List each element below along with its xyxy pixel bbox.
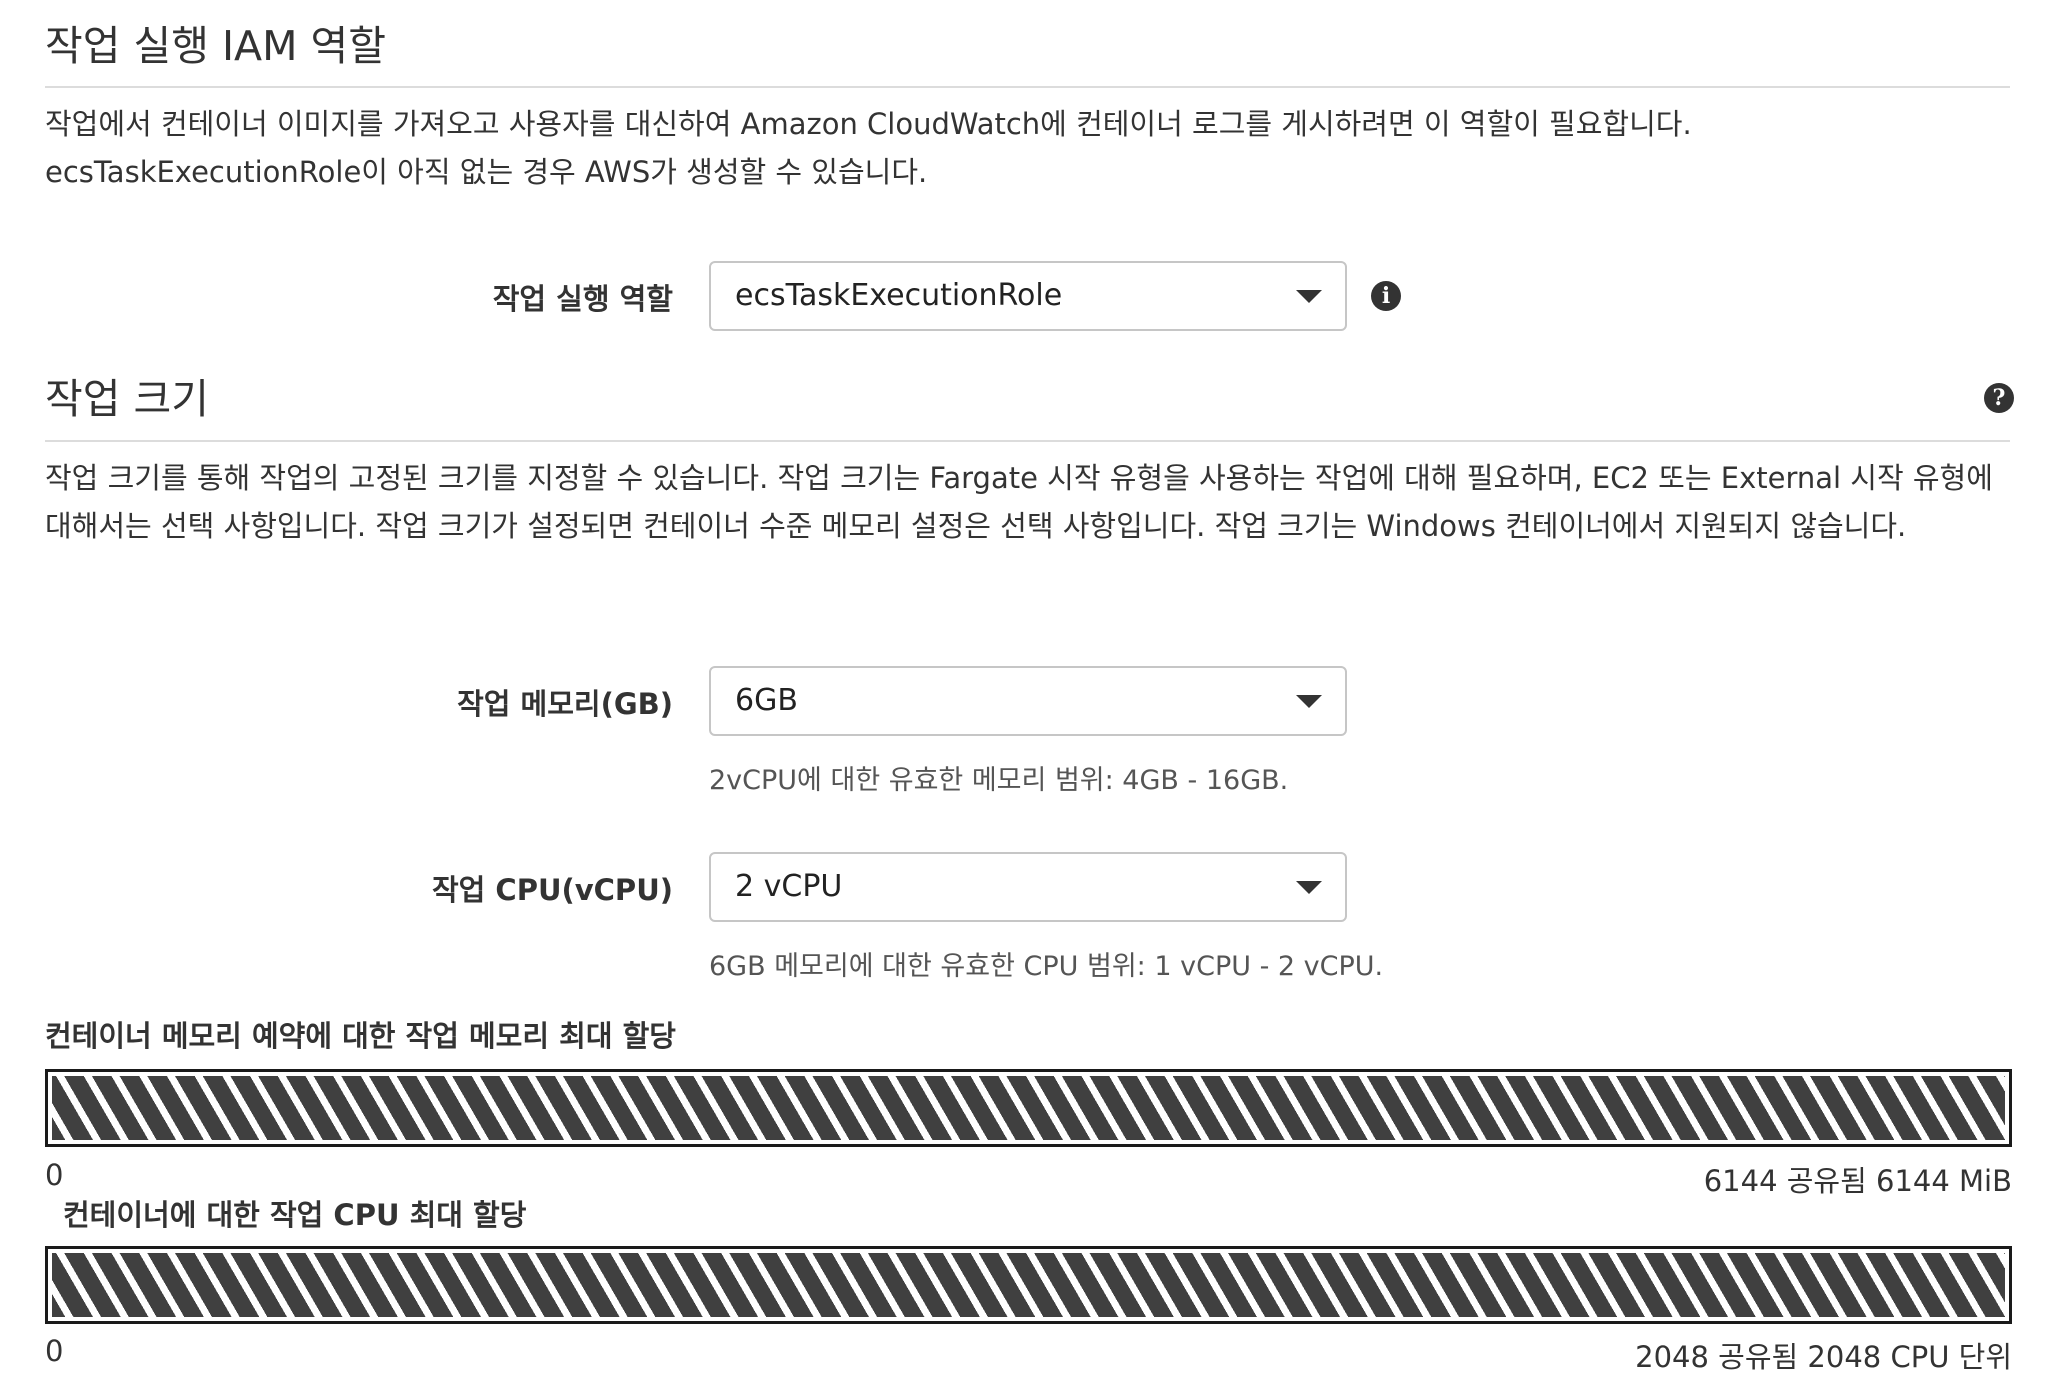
cpu-allocation-max: 2048 공유됨 2048 CPU 단위 <box>1635 1340 2012 1374</box>
iam-description-line-1: 작업에서 컨테이너 이미지를 가져오고 사용자를 대신하여 Amazon Clo… <box>45 107 1692 141</box>
task-cpu-select[interactable]: 2 vCPU <box>709 852 1347 922</box>
memory-allocation-title: 컨테이너 메모리 예약에 대한 작업 메모리 최대 할당 <box>45 1019 676 1053</box>
task-cpu-label: 작업 CPU(vCPU) <box>431 873 673 907</box>
question-icon[interactable]: ? <box>1984 383 2014 413</box>
memory-allocation-max: 6144 공유됨 6144 MiB <box>1703 1164 2012 1198</box>
task-size-section-title: 작업 크기 <box>45 375 209 423</box>
cpu-allocation-min: 0 <box>45 1334 64 1368</box>
iam-section-divider <box>45 86 2010 88</box>
iam-section-description: 작업에서 컨테이너 이미지를 가져오고 사용자를 대신하여 Amazon Clo… <box>45 100 2010 196</box>
task-execution-role-select[interactable]: ecsTaskExecutionRole <box>709 261 1347 331</box>
task-size-section-divider <box>45 440 2010 442</box>
task-memory-hint: 2vCPU에 대한 유효한 메모리 범위: 4GB - 16GB. <box>709 765 1289 796</box>
task-execution-role-label: 작업 실행 역할 <box>492 282 673 316</box>
task-execution-role-value: ecsTaskExecutionRole <box>735 278 1063 313</box>
iam-description-line-2: ecsTaskExecutionRole이 아직 없는 경우 AWS가 생성할 … <box>45 155 928 189</box>
chevron-down-icon <box>1296 290 1322 303</box>
task-cpu-hint: 6GB 메모리에 대한 유효한 CPU 범위: 1 vCPU - 2 vCPU. <box>709 951 1384 982</box>
iam-section-title: 작업 실행 IAM 역할 <box>45 22 386 70</box>
task-memory-value: 6GB <box>735 683 798 718</box>
task-size-description: 작업 크기를 통해 작업의 고정된 크기를 지정할 수 있습니다. 작업 크기는… <box>45 461 1993 543</box>
task-memory-select[interactable]: 6GB <box>709 666 1347 736</box>
chevron-down-icon <box>1296 881 1322 894</box>
memory-allocation-bar <box>45 1069 2012 1147</box>
chevron-down-icon <box>1296 695 1322 708</box>
task-memory-label: 작업 메모리(GB) <box>457 687 673 721</box>
task-cpu-value: 2 vCPU <box>735 869 843 904</box>
memory-allocation-min: 0 <box>45 1158 64 1192</box>
cpu-allocation-bar <box>45 1246 2012 1324</box>
cpu-allocation-title: 컨테이너에 대한 작업 CPU 최대 할당 <box>63 1198 527 1232</box>
info-icon[interactable]: i <box>1371 281 1401 311</box>
